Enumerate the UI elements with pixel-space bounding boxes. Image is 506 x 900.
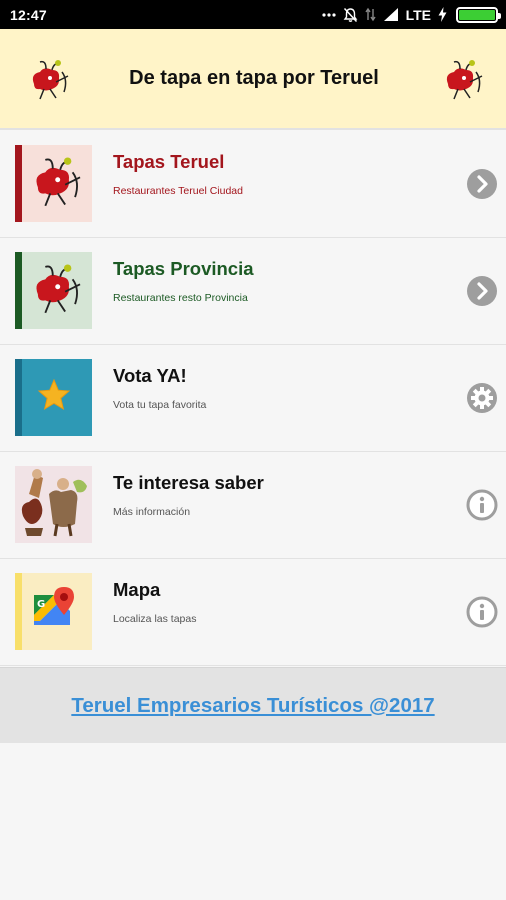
page-title: De tapa en tapa por Teruel bbox=[129, 67, 379, 89]
menu-item-te-interesa-saber[interactable]: Te interesa saber Más información bbox=[0, 452, 506, 559]
item-title: Vota YA! bbox=[113, 365, 187, 386]
mute-icon bbox=[343, 7, 358, 23]
bull-mascot-icon bbox=[23, 257, 85, 324]
chevron-right-icon[interactable] bbox=[466, 168, 498, 200]
more-dots-icon bbox=[321, 12, 336, 18]
chevron-right-icon[interactable] bbox=[466, 275, 498, 307]
footer: Teruel Empresarios Turísticos @2017 bbox=[0, 667, 506, 743]
item-title: Mapa bbox=[113, 579, 161, 600]
item-subtitle: Restaurantes resto Provincia bbox=[113, 292, 248, 304]
accent-bar bbox=[15, 573, 22, 650]
item-title: Tapas Provincia bbox=[113, 258, 254, 279]
footer-link[interactable]: Teruel Empresarios Turísticos @2017 bbox=[71, 694, 434, 718]
item-title: Tapas Teruel bbox=[113, 151, 225, 172]
item-thumbnail bbox=[15, 252, 92, 329]
status-time: 12:47 bbox=[10, 6, 47, 23]
status-bar: 12:47 LTE bbox=[0, 0, 506, 29]
gear-icon[interactable] bbox=[466, 382, 498, 414]
item-title: Te interesa saber bbox=[113, 472, 264, 493]
charging-icon bbox=[438, 7, 447, 22]
bull-mascot-icon bbox=[23, 150, 85, 217]
item-subtitle: Localiza las tapas bbox=[113, 613, 197, 625]
menu-list: Tapas Teruel Restaurantes Teruel Ciudad … bbox=[0, 131, 506, 666]
app-header: De tapa en tapa por Teruel bbox=[0, 29, 506, 130]
svg-text:G: G bbox=[37, 599, 45, 610]
accent-bar bbox=[15, 359, 22, 436]
menu-item-mapa[interactable]: G Mapa Localiza las tapas bbox=[0, 559, 506, 666]
info-icon[interactable] bbox=[466, 489, 498, 521]
network-label: LTE bbox=[405, 6, 431, 23]
item-thumbnail bbox=[15, 145, 92, 222]
menu-item-tapas-provincia[interactable]: Tapas Provincia Restaurantes resto Provi… bbox=[0, 238, 506, 345]
data-arrows-icon bbox=[365, 7, 376, 22]
google-maps-icon: G bbox=[30, 585, 78, 638]
item-subtitle: Más información bbox=[113, 506, 191, 518]
status-icons: LTE bbox=[321, 6, 501, 23]
menu-item-vota-ya[interactable]: Vota YA! Vota tu tapa favorita bbox=[0, 345, 506, 452]
bull-mascot-icon bbox=[436, 54, 486, 104]
item-subtitle: Restaurantes Teruel Ciudad bbox=[113, 185, 243, 197]
item-thumbnail: G bbox=[15, 573, 92, 650]
item-thumbnail bbox=[15, 359, 92, 436]
info-icon[interactable] bbox=[466, 596, 498, 628]
bull-mascot-icon bbox=[22, 54, 72, 104]
menu-item-tapas-teruel[interactable]: Tapas Teruel Restaurantes Teruel Ciudad bbox=[0, 131, 506, 238]
item-subtitle: Vota tu tapa favorita bbox=[113, 399, 207, 411]
accent-bar bbox=[15, 252, 22, 329]
signal-icon bbox=[383, 7, 399, 22]
lovers-illustration-icon bbox=[15, 464, 92, 546]
item-thumbnail bbox=[15, 466, 92, 543]
star-icon bbox=[37, 378, 71, 417]
battery-icon bbox=[456, 6, 501, 23]
accent-bar bbox=[15, 145, 22, 222]
